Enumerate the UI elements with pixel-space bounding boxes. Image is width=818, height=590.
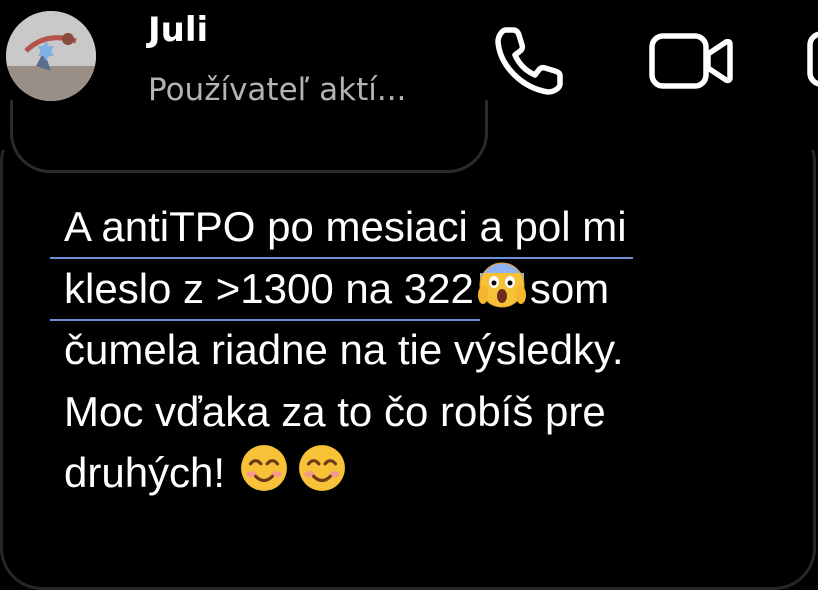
- phone-icon: [495, 27, 563, 95]
- info-icon: [807, 31, 818, 87]
- smiling-face-emoji: [297, 443, 347, 510]
- smiling-face-emoji: [239, 443, 289, 510]
- message-text: A antiTPO po mesiaci a pol mi kleslo z >…: [64, 196, 804, 504]
- call-button[interactable]: [492, 22, 568, 98]
- video-camera-icon: [649, 33, 733, 89]
- contact-status: Používateľ aktí...: [148, 72, 407, 108]
- message-line: čumela riadne na tie výsledky.: [64, 319, 804, 381]
- video-call-button[interactable]: [646, 28, 734, 92]
- message-line: druhých!: [64, 442, 804, 504]
- avatar-photo: [6, 11, 96, 101]
- message-text-fragment: Moc vďaka za to čo robíš pre: [64, 387, 606, 435]
- message-text-fragment: som: [529, 264, 610, 312]
- message-line: kleslo z >1300 na 322 som: [64, 258, 804, 320]
- underlined-text: kleslo z >1300 na 322: [64, 264, 474, 312]
- message-text-fragment: čumela riadne na tie výsledky.: [64, 326, 624, 373]
- screaming-face-emoji: [477, 261, 526, 326]
- message-text-fragment: druhých!: [64, 449, 226, 496]
- chat-header: Juli Používateľ aktí...: [0, 0, 818, 150]
- info-button[interactable]: [800, 24, 818, 94]
- contact-name: Juli: [148, 10, 209, 50]
- underlined-text: A antiTPO po mesiaci a pol mi: [64, 203, 627, 250]
- message-line: A antiTPO po mesiaci a pol mi: [64, 196, 804, 258]
- message-line: Moc vďaka za to čo robíš pre: [64, 381, 804, 443]
- avatar[interactable]: [6, 11, 96, 101]
